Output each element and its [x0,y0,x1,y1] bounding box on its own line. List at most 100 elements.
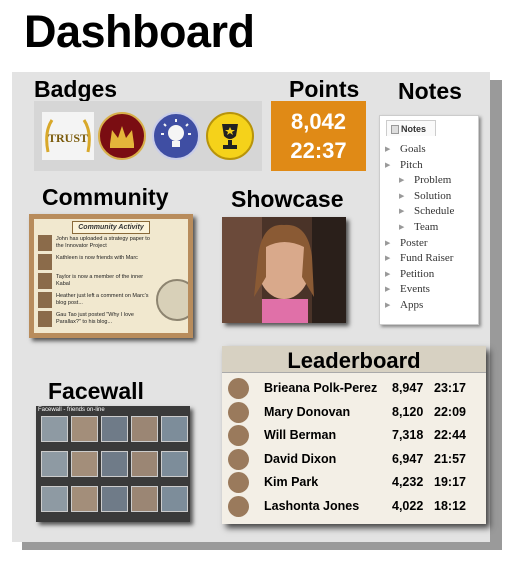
community-feed: Community Activity John has uploaded a s… [34,219,188,333]
friend-avatar[interactable] [101,451,128,477]
player-name: Will Berman [264,428,337,442]
points-box: 8,042 22:37 [271,101,366,171]
notes-item-label: Fund Raiser [400,252,454,265]
points-score: 8,042 [290,109,347,134]
notes-item[interactable]: ▶ Solution [380,189,478,205]
expand-arrow-icon[interactable]: ▶ [399,204,404,220]
activity-text: John has uploaded a strategy paper to th… [56,236,150,249]
avatar [38,235,52,251]
notes-tab-label: Notes [401,124,427,134]
friend-avatar[interactable] [131,486,158,512]
notes-item-label: Apps [400,298,424,311]
expand-arrow-icon[interactable]: ▶ [399,220,404,236]
player-time: 23:17 [434,381,466,395]
activity-text: Taylor is now a member of the inner Kaba… [56,274,144,287]
activity-item[interactable]: Kathleen is now friends with Marc [38,254,186,272]
notes-item-label: Poster [400,236,428,249]
avatar [228,425,249,446]
leaderboard-row[interactable]: Lashonta Jones 4,022 18:12 [222,495,486,518]
friend-avatar[interactable] [71,486,98,512]
avatar [228,495,249,517]
trust-badge-icon[interactable]: TRUST [42,112,94,160]
expand-arrow-icon[interactable]: ▶ [385,236,390,252]
expand-arrow-icon[interactable]: ▶ [385,298,390,314]
friend-avatar[interactable] [41,451,68,477]
avatar [38,273,52,289]
leaderboard-header: Leaderboard [222,346,486,373]
showcase-video[interactable] [222,217,346,323]
avatar [228,401,249,423]
leaderboard-row[interactable]: Will Berman 7,318 22:44 [222,424,486,447]
player-name: David Dixon [264,451,337,466]
friend-avatar[interactable] [131,451,158,477]
notes-item[interactable]: ▶ Fund Raiser [380,251,478,267]
notes-item-label: Solution [414,189,452,202]
notes-item-label: Schedule [414,205,455,218]
trophy-badge-icon[interactable] [206,112,254,160]
notes-tab[interactable]: Notes [386,120,436,136]
friend-avatar[interactable] [71,416,98,442]
expand-arrow-icon[interactable]: ▶ [385,282,390,298]
friend-avatar[interactable] [71,451,98,477]
community-heading: Community [42,184,169,210]
notes-item-label: Team [414,220,439,233]
facewall-widget[interactable]: Facewall - friends on-line [36,406,190,522]
avatar [228,448,249,470]
lightbulb-badge-icon[interactable] [152,112,200,160]
activity-text: Heather just left a comment on Marc's bl… [56,293,149,306]
notes-item[interactable]: ▶ Events [380,282,478,298]
expand-arrow-icon[interactable]: ▶ [399,189,404,205]
leaderboard-row[interactable]: Mary Donovan 8,120 22:09 [222,401,486,424]
leaderboard-row[interactable]: Brieana Polk-Perez 8,947 23:17 [222,377,486,400]
friend-avatar[interactable] [161,486,188,512]
expand-arrow-icon[interactable]: ▶ [385,142,390,158]
friend-avatar[interactable] [101,416,128,442]
notes-heading: Notes [398,78,462,104]
notes-item[interactable]: ▶ Goals [380,142,478,158]
expand-arrow-icon[interactable]: ▶ [385,158,390,174]
friend-avatar[interactable] [101,486,128,512]
notes-item[interactable]: ▶ Problem [380,173,478,189]
facewall-header: Facewall - friends on-line [38,407,105,413]
crown-badge-icon[interactable] [98,112,146,160]
player-points: 8,120 [392,404,424,419]
notes-item-label: Events [400,283,430,296]
activity-item[interactable]: John has uploaded a strategy paper to th… [38,235,186,253]
notes-item-label: Goals [400,143,426,155]
friend-avatar[interactable] [161,451,188,477]
notes-item[interactable]: ▶ Petition [380,267,478,283]
player-points: 4,022 [392,498,424,513]
expand-arrow-icon[interactable]: ▶ [385,251,390,267]
notes-item[interactable]: ▶ Schedule [380,204,478,220]
community-widget[interactable]: Community Activity John has uploaded a s… [29,214,193,338]
avatar [38,311,52,327]
notes-item[interactable]: ▶ Poster [380,236,478,252]
page-title: Dashboard [24,6,255,57]
badges-panel: TRUST [34,101,262,171]
player-name: Kim Park [264,475,319,489]
friend-avatar[interactable] [41,486,68,512]
player-time: 21:57 [434,451,466,466]
notes-item[interactable]: ▶ Team [380,220,478,236]
facewall-heading: Facewall [48,378,144,404]
notes-item[interactable]: ▶ Apps [380,298,478,314]
player-time: 22:09 [434,404,466,419]
activity-text: Kathleen is now friends with Marc [56,255,138,261]
leaderboard-row[interactable]: David Dixon 6,947 21:57 [222,448,486,471]
friend-avatar[interactable] [161,416,188,442]
player-points: 4,232 [392,475,424,489]
friend-avatar[interactable] [131,416,158,442]
avatar [38,292,52,308]
player-time: 22:44 [434,428,466,442]
points-time: 22:37 [290,138,347,163]
expand-arrow-icon[interactable]: ▶ [385,267,390,283]
badges-heading: Badges [34,76,118,102]
community-activity-header: Community Activity [72,221,150,234]
notes-item-label: Pitch [400,158,423,171]
friend-avatar[interactable] [41,416,68,442]
player-points: 7,318 [392,428,424,442]
leaderboard-row[interactable]: Kim Park 4,232 19:17 [222,471,486,494]
expand-arrow-icon[interactable]: ▶ [399,173,404,189]
notes-item[interactable]: ▶ Pitch [380,158,478,174]
activity-text: Gau Tao just posted "Why I love Parallax… [56,312,134,325]
